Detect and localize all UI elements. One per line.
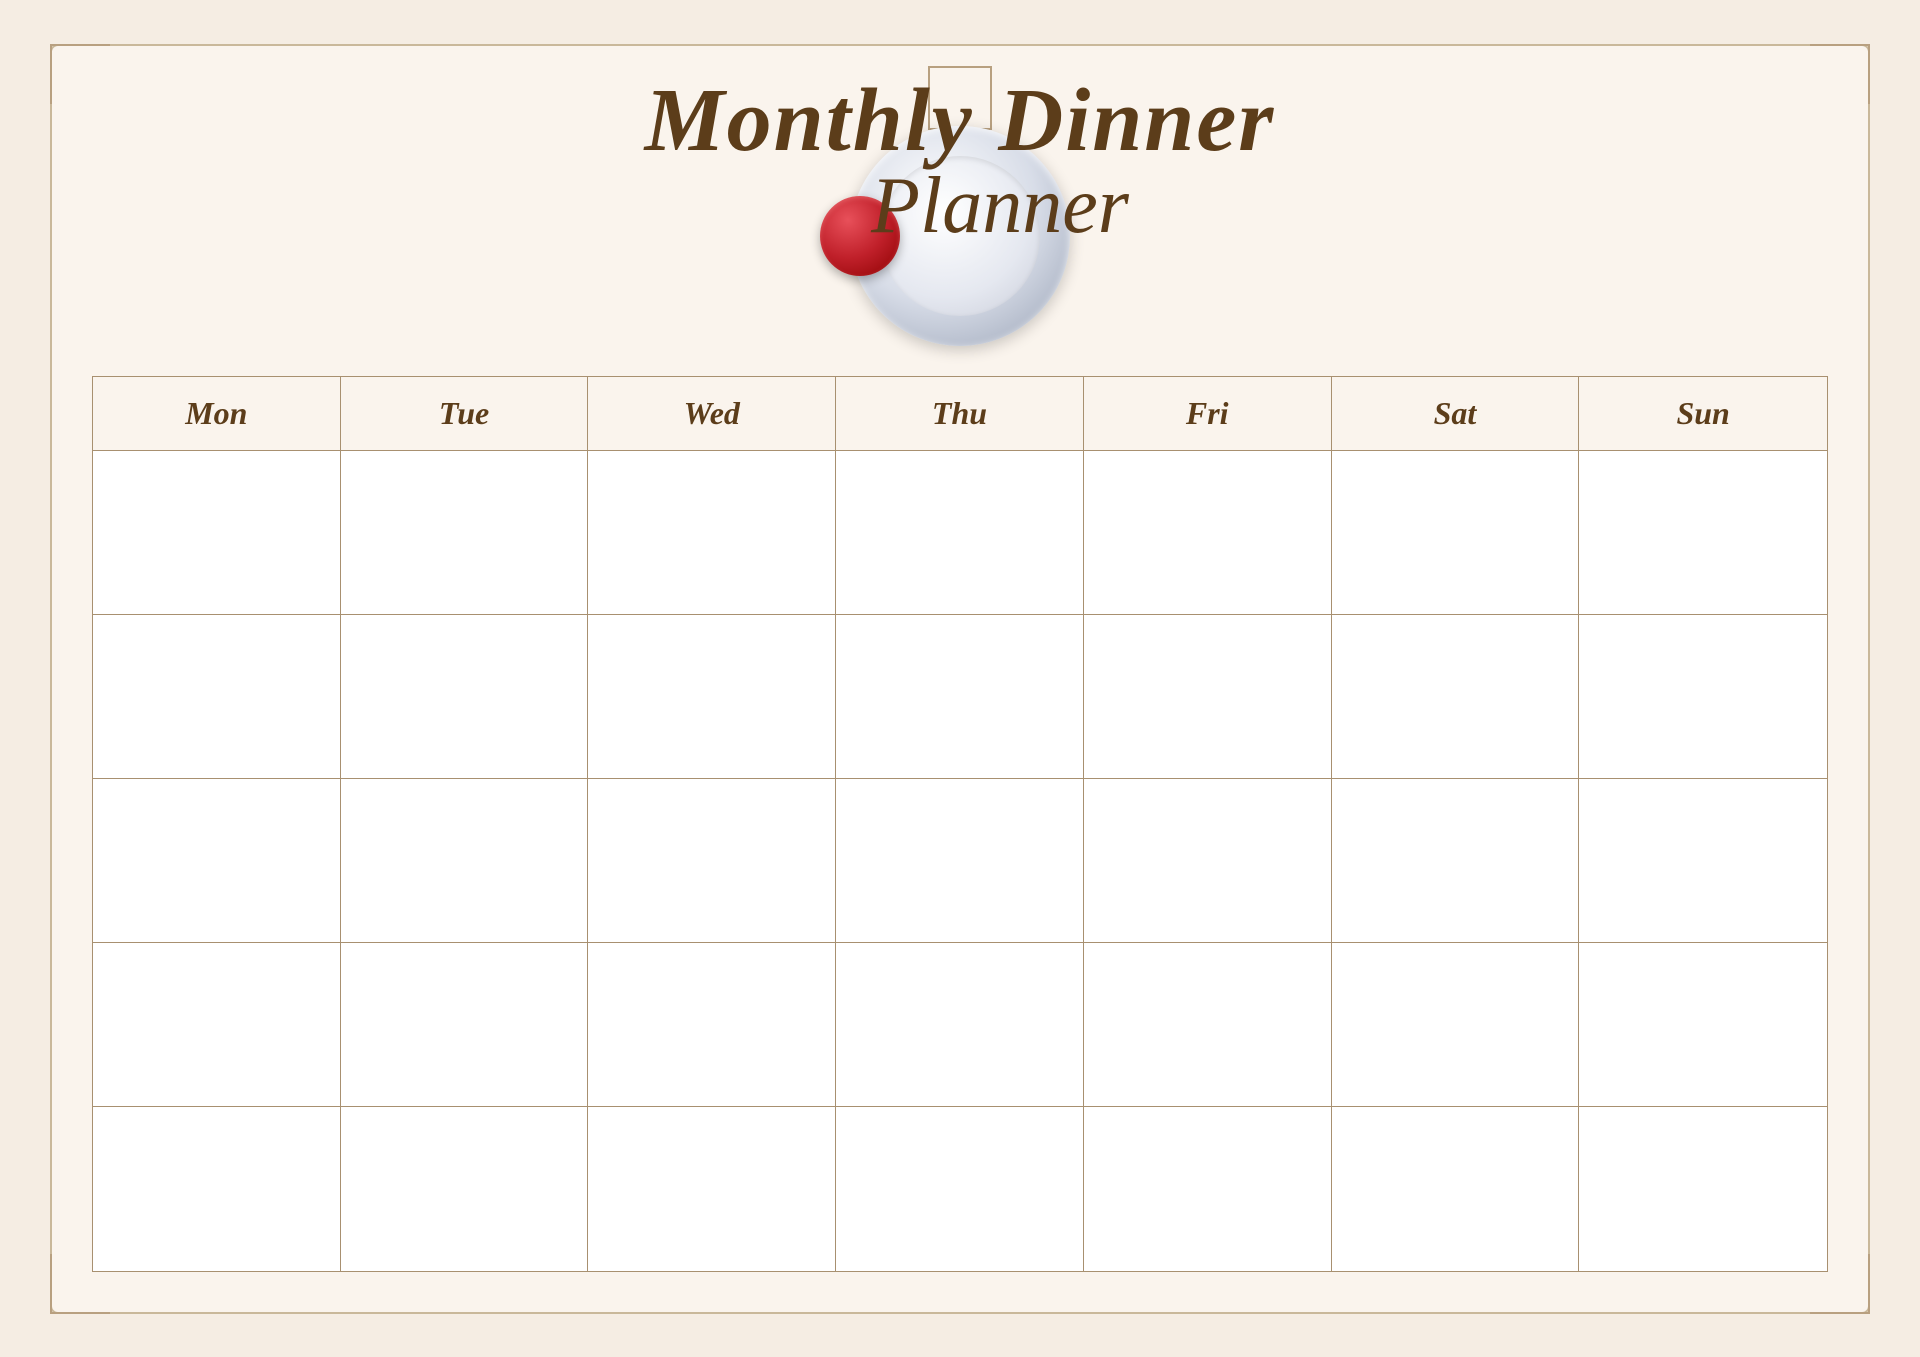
calendar-cell[interactable] bbox=[588, 615, 836, 779]
calendar-cell[interactable] bbox=[836, 1107, 1084, 1271]
calendar-cell[interactable] bbox=[341, 943, 589, 1107]
calendar-cell[interactable] bbox=[1332, 779, 1580, 943]
calendar-cell[interactable] bbox=[1084, 779, 1332, 943]
calendar-cell[interactable] bbox=[93, 943, 341, 1107]
calendar: Mon Tue Wed Thu Fri Sat Sun bbox=[92, 376, 1828, 1272]
calendar-cell[interactable] bbox=[1084, 1107, 1332, 1271]
calendar-cell[interactable] bbox=[836, 943, 1084, 1107]
calendar-cell[interactable] bbox=[1579, 779, 1827, 943]
calendar-cell[interactable] bbox=[341, 779, 589, 943]
calendar-cell[interactable] bbox=[588, 1107, 836, 1271]
calendar-cell[interactable] bbox=[588, 943, 836, 1107]
calendar-cell[interactable] bbox=[1332, 451, 1580, 615]
calendar-header: Mon Tue Wed Thu Fri Sat Sun bbox=[92, 376, 1828, 451]
calendar-cell[interactable] bbox=[1084, 943, 1332, 1107]
day-header-tue: Tue bbox=[341, 377, 589, 450]
day-header-fri: Fri bbox=[1084, 377, 1332, 450]
calendar-cell[interactable] bbox=[836, 451, 1084, 615]
calendar-cell[interactable] bbox=[1579, 615, 1827, 779]
calendar-cell[interactable] bbox=[341, 615, 589, 779]
calendar-cell[interactable] bbox=[588, 779, 836, 943]
calendar-cell[interactable] bbox=[1084, 451, 1332, 615]
day-header-wed: Wed bbox=[588, 377, 836, 450]
calendar-cell[interactable] bbox=[341, 1107, 589, 1271]
calendar-cell[interactable] bbox=[341, 451, 589, 615]
calendar-cell[interactable] bbox=[836, 615, 1084, 779]
title-sub: Planner bbox=[725, 166, 1276, 246]
header-text: Monthly Dinner Planner bbox=[645, 76, 1276, 246]
day-header-sun: Sun bbox=[1579, 377, 1827, 450]
day-header-thu: Thu bbox=[836, 377, 1084, 450]
calendar-cell[interactable] bbox=[1332, 943, 1580, 1107]
title-main: Monthly Dinner bbox=[645, 76, 1276, 166]
calendar-cell[interactable] bbox=[93, 615, 341, 779]
calendar-cell[interactable] bbox=[1579, 1107, 1827, 1271]
calendar-cell[interactable] bbox=[93, 451, 341, 615]
calendar-cell[interactable] bbox=[1332, 615, 1580, 779]
day-header-mon: Mon bbox=[93, 377, 341, 450]
calendar-cell[interactable] bbox=[1084, 615, 1332, 779]
day-header-sat: Sat bbox=[1332, 377, 1580, 450]
calendar-cell[interactable] bbox=[93, 779, 341, 943]
header: Monthly Dinner Planner bbox=[92, 66, 1828, 346]
planner-page: Monthly Dinner Planner Mon Tue Wed Thu F… bbox=[50, 44, 1870, 1314]
calendar-cell[interactable] bbox=[93, 1107, 341, 1271]
calendar-cell[interactable] bbox=[1579, 451, 1827, 615]
calendar-cell[interactable] bbox=[588, 451, 836, 615]
calendar-cell[interactable] bbox=[1579, 943, 1827, 1107]
calendar-cell[interactable] bbox=[836, 779, 1084, 943]
calendar-cell[interactable] bbox=[1332, 1107, 1580, 1271]
calendar-body bbox=[92, 451, 1828, 1272]
